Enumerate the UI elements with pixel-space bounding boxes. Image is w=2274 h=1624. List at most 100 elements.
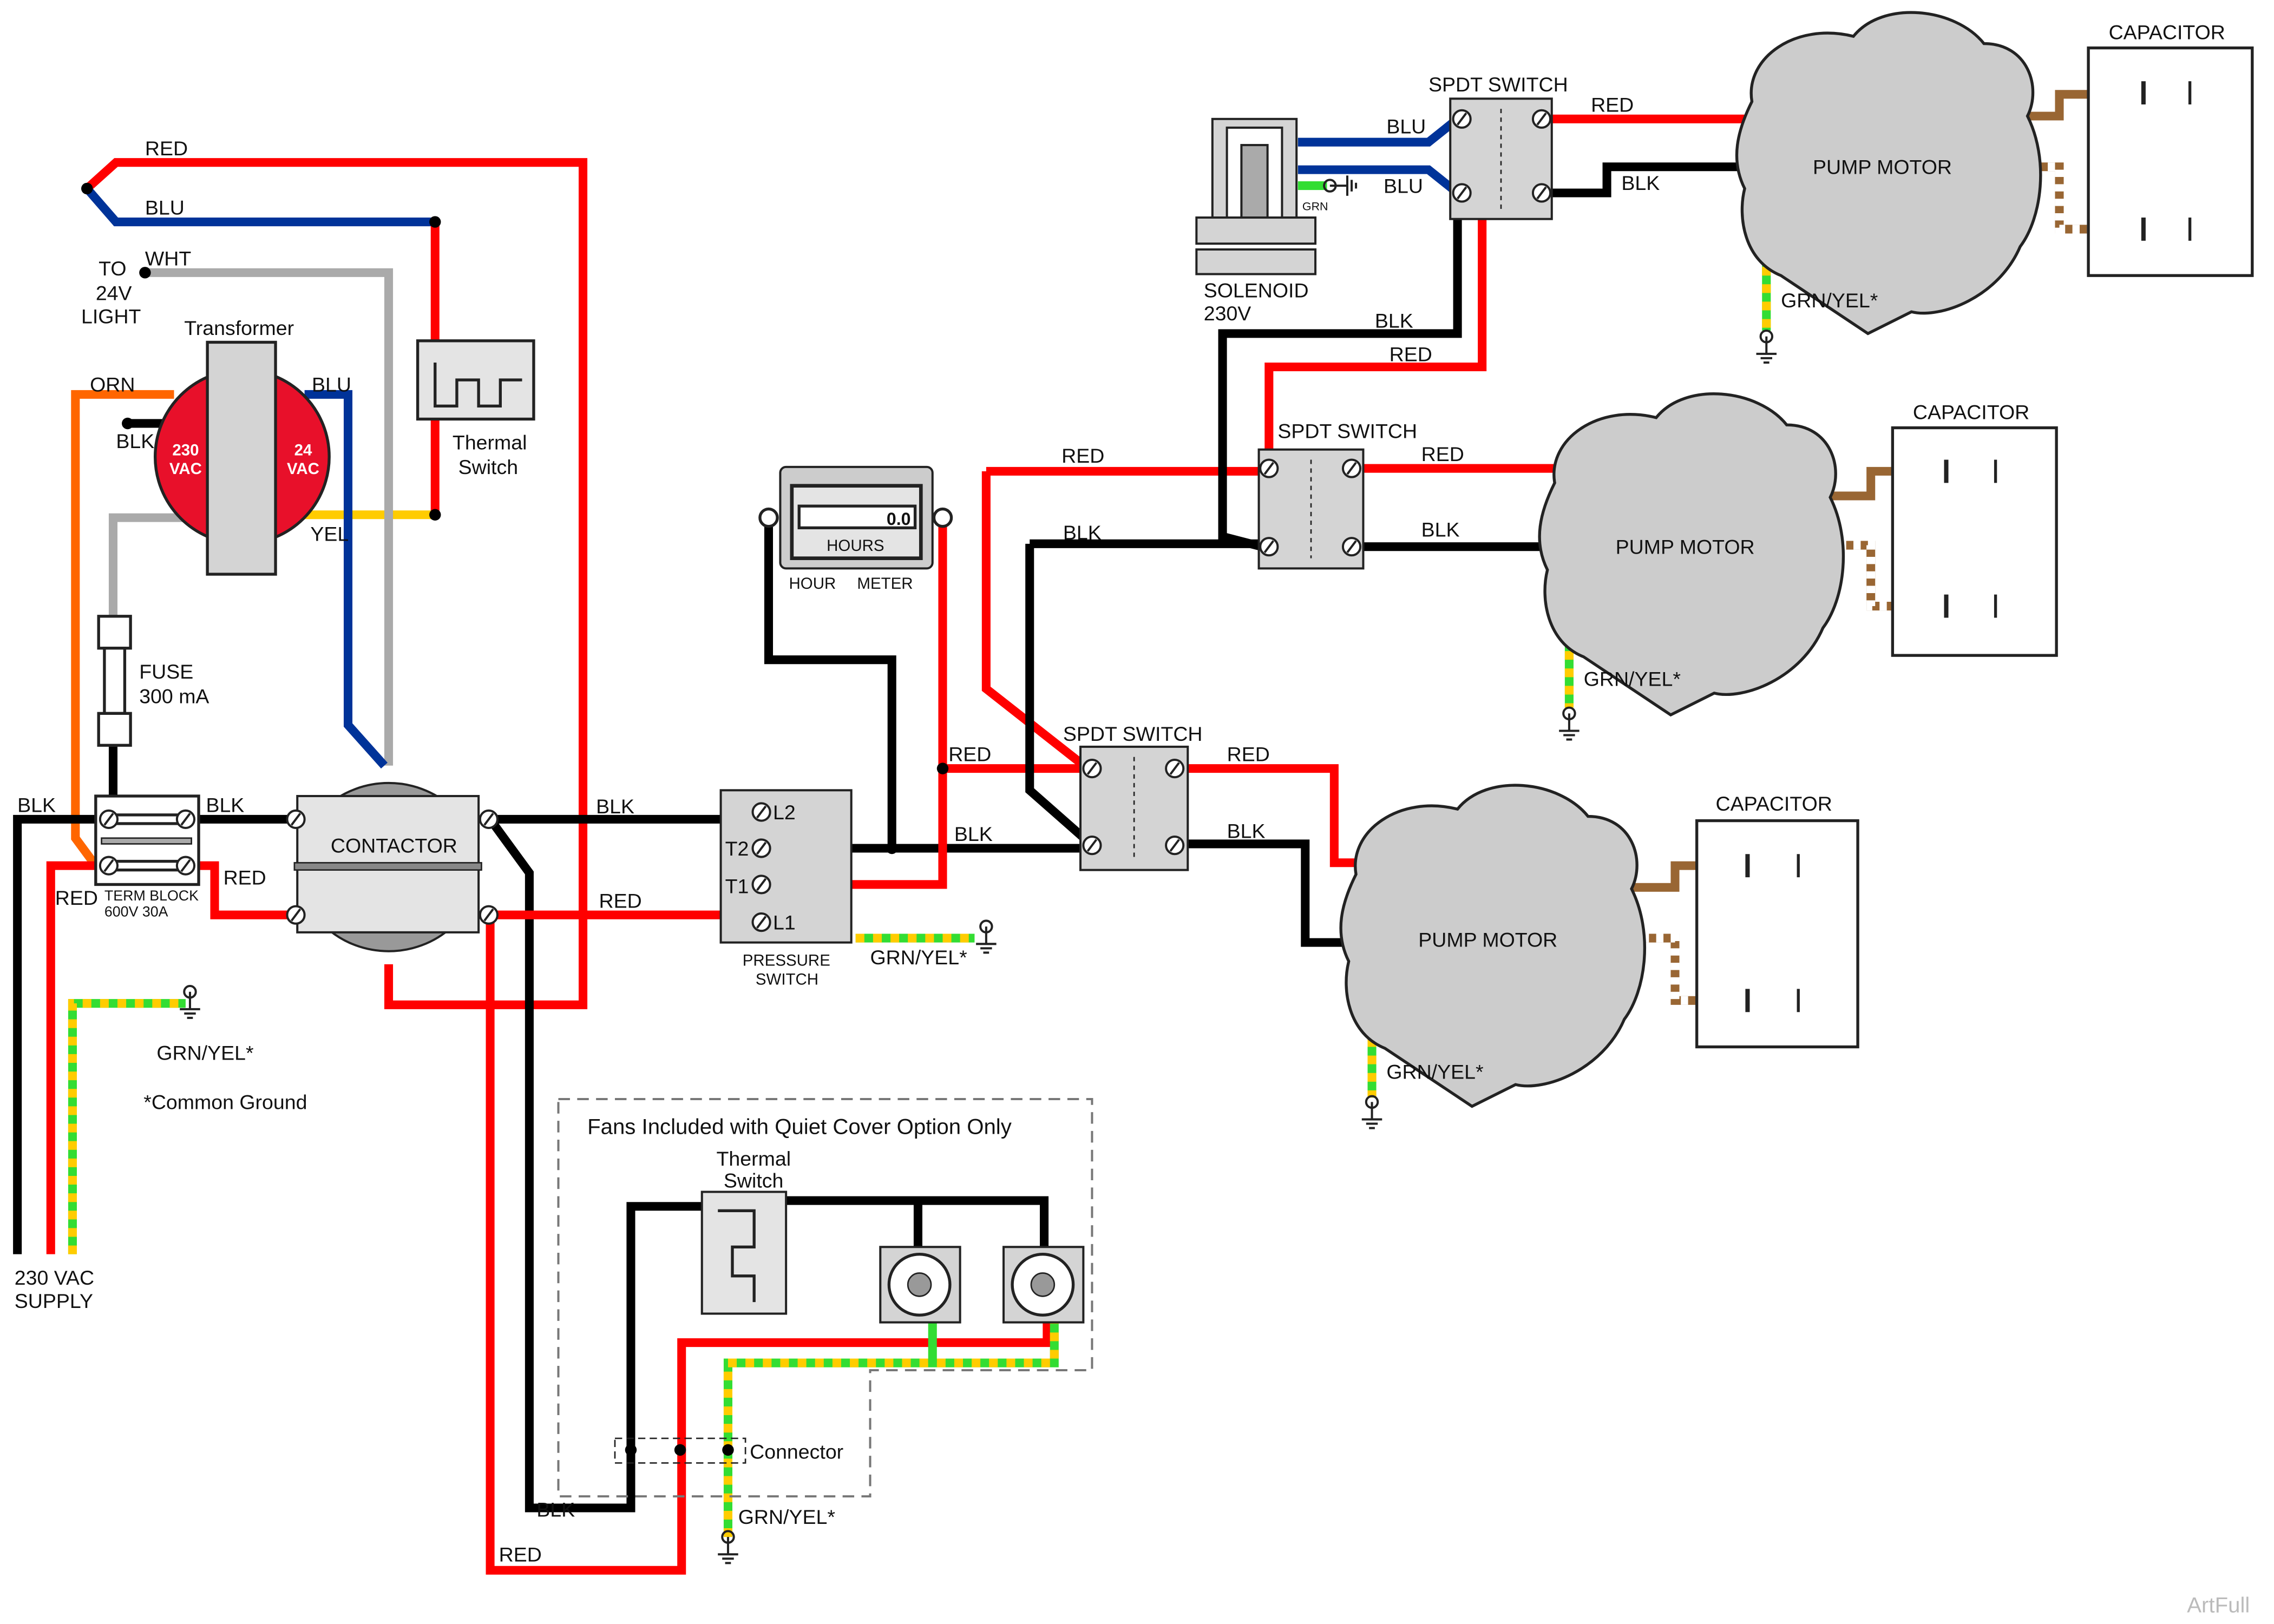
spdt-switch-2-label: SPDT SWITCH — [1277, 419, 1417, 442]
fans-box: Fans Included with Quiet Cover Option On… — [499, 1097, 1093, 1566]
spdt-switch-1-label: SPDT SWITCH — [1428, 73, 1568, 96]
common-ground-note: *Common Ground — [143, 1091, 307, 1114]
terminal-t1: T1 — [725, 875, 749, 898]
label-red-s1: RED — [1390, 343, 1432, 365]
supply-label-2: SUPPLY — [15, 1290, 93, 1312]
label-grnyel-supply: GRN/YEL* — [156, 1042, 253, 1064]
label-red-m1: RED — [1591, 93, 1634, 116]
pump-motor-2: PUMP MOTOR GRN/YEL* — [1539, 394, 1843, 740]
pump-motor-3-label: PUMP MOTOR — [1418, 929, 1557, 951]
hour-meter-reading: 0.0 — [887, 509, 911, 529]
label-red-s2-right: RED — [1421, 443, 1464, 465]
capacitor-2-label: CAPACITOR — [1913, 400, 2029, 423]
label-blu-sol-2: BLU — [1384, 174, 1423, 197]
hour-meter-label-2: METER — [857, 575, 913, 593]
solenoid-label-2: 230V — [1204, 302, 1251, 325]
label-blk: BLK — [116, 430, 154, 452]
diagram-canvas: RED BLU WHT TO 24V LIGHT Transformer 230… — [13, 0, 2254, 1617]
pump-motor-1: PUMP MOTOR GRN/YEL* — [1736, 12, 2040, 363]
fan-2 — [1002, 1246, 1085, 1324]
fans-box-title: Fans Included with Quiet Cover Option On… — [587, 1114, 1012, 1139]
terminal-t2: T2 — [725, 837, 749, 860]
light-line1: TO — [99, 257, 126, 280]
pump-motor-1-label: PUMP MOTOR — [1813, 156, 1952, 179]
pump-motor-3: PUMP MOTOR GRN/YEL* — [1341, 785, 1644, 1128]
term-block-label-1: TERM BLOCK — [104, 887, 199, 904]
label-red-ps: RED — [948, 743, 991, 766]
label-blu-sol-1: BLU — [1386, 115, 1426, 138]
label-grnyel-m1: GRN/YEL* — [1781, 289, 1878, 312]
fan-thermal-label-2: Switch — [724, 1169, 783, 1192]
solenoid-label-1: SOLENOID — [1204, 279, 1309, 301]
capacitor-1-label: CAPACITOR — [2109, 21, 2225, 43]
terminal-l1: L1 — [773, 911, 796, 934]
pressure-switch-label-2: SWITCH — [756, 970, 818, 988]
svg-text:230: 230 — [172, 441, 199, 459]
label-blk-s2-right: BLK — [1421, 518, 1460, 541]
label-blk-m1: BLK — [1621, 172, 1660, 194]
transformer: Transformer 230 VAC 24 VAC — [153, 317, 331, 576]
fuse-label-2: 300 mA — [139, 685, 209, 708]
term-block-label-2: 600V 30A — [104, 903, 168, 919]
fan-1 — [879, 1246, 961, 1324]
label-red-s2-left: RED — [1061, 444, 1104, 467]
label-red-supply: RED — [55, 886, 98, 909]
capacitor-1: CAPACITOR — [2087, 21, 2254, 277]
fan-thermal-label-1: Thermal — [717, 1147, 791, 1170]
supply-label-1: 230 VAC — [15, 1266, 94, 1289]
label-red: RED — [145, 137, 188, 160]
label-blk-supply: BLK — [17, 794, 56, 817]
hour-meter-label-1: HOUR — [789, 575, 836, 593]
spdt-switch-3: SPDT SWITCH — [1063, 722, 1203, 871]
thermal-switch-label-1: Thermal — [453, 431, 527, 454]
spdt-switch-3-label: SPDT SWITCH — [1063, 722, 1203, 745]
label-blk-contactor: BLK — [596, 795, 634, 818]
contactor-label: CONTACTOR — [331, 834, 457, 857]
light-line3: LIGHT — [81, 305, 141, 328]
label-grnyel-ps: GRN/YEL* — [870, 946, 967, 969]
spdt-switch-1: SPDT SWITCH — [1428, 73, 1568, 220]
pressure-switch-label-1: PRESSURE — [743, 951, 830, 969]
contactor: CONTACTOR — [287, 781, 497, 952]
label-red-tb: RED — [224, 866, 266, 889]
transformer-title: Transformer — [184, 317, 294, 339]
label-grn-sol: GRN — [1302, 200, 1328, 213]
label-grnyel-m3: GRN/YEL* — [1386, 1060, 1483, 1083]
watermark: ArtFull — [2187, 1593, 2250, 1617]
light-line2: 24V — [96, 282, 132, 305]
label-blk-s2-left: BLK — [1063, 521, 1102, 544]
terminal-l2: L2 — [773, 801, 796, 824]
label-blu-2: BLU — [312, 373, 351, 396]
label-blk-ps: BLK — [954, 823, 993, 845]
label-blk-fans: BLK — [536, 1498, 575, 1521]
thermal-switch-label-2: Switch — [458, 456, 518, 478]
capacitor-3-label: CAPACITOR — [1716, 792, 1832, 815]
label-red-fans: RED — [499, 1543, 542, 1566]
label-wht: WHT — [145, 247, 191, 269]
label-grnyel-fans: GRN/YEL* — [738, 1505, 835, 1528]
label-red-contactor: RED — [599, 889, 642, 912]
fuse-label-1: FUSE — [139, 660, 193, 683]
label-blk-tb: BLK — [206, 794, 244, 817]
svg-text:24: 24 — [294, 441, 312, 459]
label-blk-s1: BLK — [1375, 310, 1413, 332]
hour-meter: 0.0 HOURS HOUR METER — [758, 465, 953, 593]
capacitor-2: CAPACITOR — [1891, 400, 2058, 657]
label-yel: YEL — [310, 522, 349, 545]
pressure-switch: L2 T2 T1 L1 PRESSURE SWITCH — [719, 789, 853, 988]
label-blu: BLU — [145, 196, 185, 219]
capacitor-3: CAPACITOR — [1695, 792, 1859, 1049]
hour-meter-unit: HOURS — [827, 537, 884, 555]
fuse: FUSE 300 mA — [97, 615, 209, 747]
svg-text:VAC: VAC — [287, 460, 319, 478]
wiring-diagram: RED BLU WHT TO 24V LIGHT Transformer 230… — [0, 0, 2274, 1624]
term-block: TERM BLOCK 600V 30A — [94, 794, 200, 919]
label-blk-s3: BLK — [1227, 820, 1266, 843]
solenoid: GRN SOLENOID 230V — [1195, 117, 1356, 325]
connector-label: Connector — [750, 1440, 843, 1463]
pump-motor-2-label: PUMP MOTOR — [1616, 536, 1755, 558]
label-grnyel-m2: GRN/YEL* — [1584, 667, 1681, 690]
svg-text:VAC: VAC — [169, 460, 202, 478]
label-orn: ORN — [90, 373, 135, 396]
label-red-s3: RED — [1227, 743, 1270, 766]
